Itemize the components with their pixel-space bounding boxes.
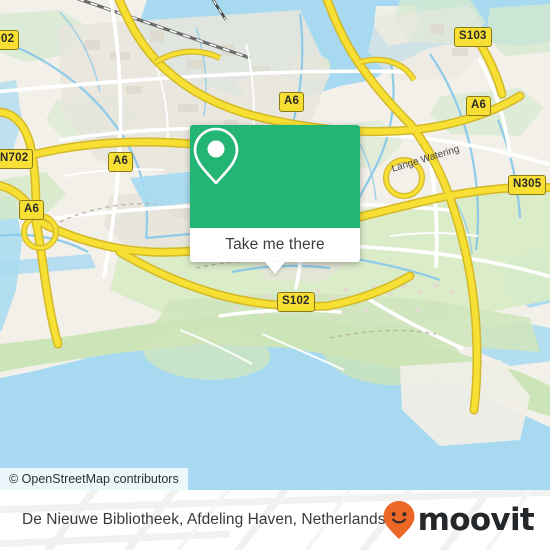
road-shield-a6-west: A6 <box>108 152 134 172</box>
shield-label: A6 <box>471 98 487 111</box>
location-popup-card[interactable]: Take me there <box>190 125 360 274</box>
road-shield-n702: N702 <box>0 149 34 169</box>
shield-label: A6 <box>24 202 40 215</box>
popup-card-footer[interactable]: Take me there <box>190 228 360 274</box>
shield-label: N305 <box>513 177 542 190</box>
road-shield-n305: N305 <box>508 175 547 195</box>
take-me-there-label: Take me there <box>225 236 325 253</box>
footer-bar: De Nieuwe Bibliotheek, Afdeling Haven, N… <box>0 490 550 550</box>
road-shield-a6-southwest: A6 <box>19 200 45 220</box>
osm-attribution[interactable]: © OpenStreetMap contributors <box>0 468 188 490</box>
map-canvas[interactable]: 02 N702 A6 A6 A6 A6 S103 N305 S102 Lange… <box>0 0 550 490</box>
road-shield-s103: S103 <box>454 27 492 47</box>
shield-label: A6 <box>113 154 129 167</box>
popup-card-tail <box>265 262 285 274</box>
shield-label: S102 <box>282 294 310 307</box>
moovit-wordmark: moovit <box>417 501 535 538</box>
location-title: De Nieuwe Bibliotheek, Afdeling Haven, N… <box>22 511 386 528</box>
road-shield-n702-edge: 02 <box>0 30 20 50</box>
map-pin-icon <box>193 127 239 185</box>
shield-label: A6 <box>284 94 300 107</box>
shield-label: S103 <box>459 29 487 42</box>
road-shield-s102: S102 <box>277 292 315 312</box>
road-shield-a6-north: A6 <box>279 92 305 112</box>
moovit-logo[interactable]: moovit <box>382 500 535 540</box>
popup-card-header <box>190 125 360 228</box>
moovit-location-card: 02 N702 A6 A6 A6 A6 S103 N305 S102 Lange… <box>0 0 550 550</box>
road-shield-a6-east: A6 <box>466 96 492 116</box>
shield-label: N702 <box>0 151 29 164</box>
moovit-smiley-pin-icon <box>383 501 415 539</box>
shield-label: 02 <box>1 32 15 45</box>
